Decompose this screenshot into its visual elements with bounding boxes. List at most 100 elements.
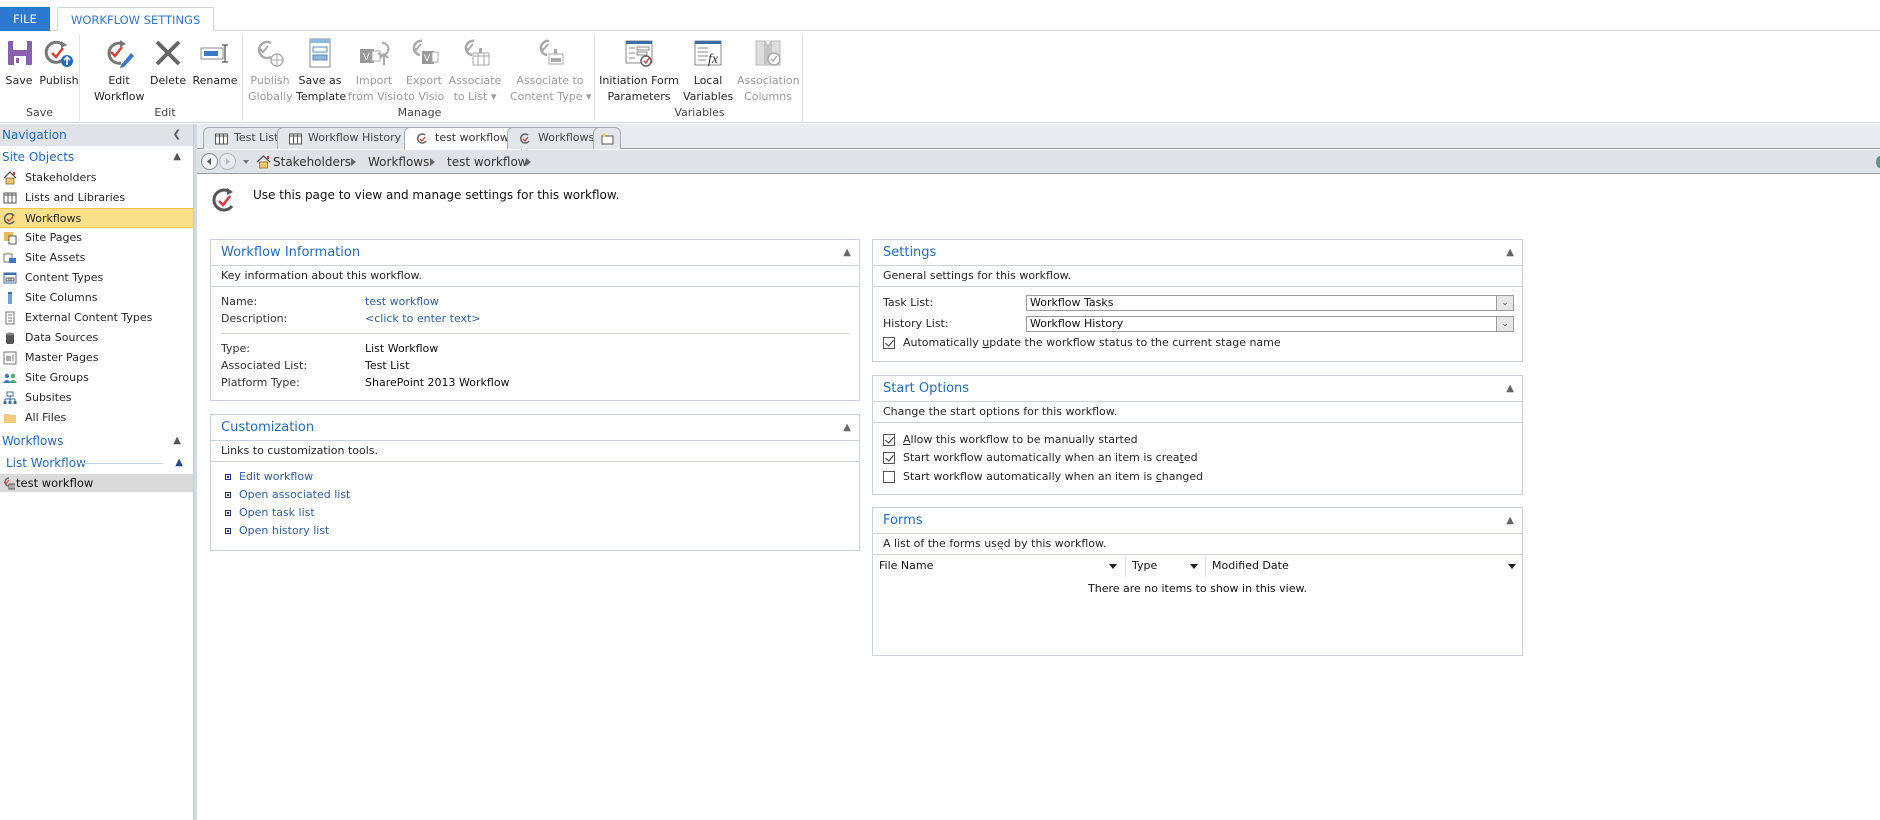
nav-item-site-groups[interactable]: Site Groups (0, 368, 193, 388)
forward-button[interactable] (219, 153, 236, 170)
save-button[interactable]: Save (4, 37, 34, 89)
link-label[interactable]: Open associated list (239, 488, 350, 501)
open-history-list-link[interactable]: Open history list (211, 522, 859, 540)
open-associated-list-link[interactable]: Open associated list (211, 486, 859, 504)
breadcrumb-workflows[interactable]: Workflows (368, 150, 429, 174)
name-value[interactable]: test workflow (365, 293, 439, 310)
task-list-select[interactable]: Workflow Tasks ⌄ (1026, 295, 1514, 311)
nav-item-master-pages[interactable]: Master Pages (0, 348, 193, 368)
import-from-visio-button[interactable]: V Import from Visio (348, 37, 403, 105)
description-row: Description: <click to enter text> (211, 310, 859, 327)
tab-file[interactable]: FILE (0, 7, 50, 31)
nav-item-data-sources[interactable]: Data Sources (0, 328, 193, 348)
collapse-icon[interactable]: ▲ (1506, 240, 1514, 265)
navigation-pane: Navigation ❮ Site Objects ▲ Stakeholders… (0, 124, 194, 820)
database-icon (3, 331, 17, 345)
save-icon (4, 37, 36, 69)
doc-tab-label: Test List (234, 131, 279, 144)
collapse-icon[interactable]: ▲ (843, 240, 851, 265)
dropdown-arrow-icon[interactable] (1508, 564, 1516, 569)
nav-item-label: test workflow (16, 476, 94, 490)
local-variables-button[interactable]: fx Local Variables (683, 37, 733, 105)
list-icon (3, 191, 17, 205)
history-list-select[interactable]: Workflow History ⌄ (1026, 316, 1514, 332)
nav-item-content-types[interactable]: Content Types (0, 268, 193, 288)
nav-item-site-columns[interactable]: Site Columns (0, 288, 193, 308)
chevron-down-icon[interactable]: ⌄ (1496, 317, 1513, 331)
breadcrumb-separator-icon[interactable] (430, 158, 435, 166)
associate-to-content-type-button[interactable]: Associate to Content Type ▾ (510, 37, 592, 105)
edit-workflow-button[interactable]: Edit Workflow (94, 37, 145, 105)
list-workflow-group[interactable]: List Workflow ▲ (0, 452, 193, 474)
breadcrumb-test-workflow[interactable]: test workflow (447, 150, 528, 174)
dropdown-arrow-icon[interactable] (1109, 564, 1117, 569)
nav-item-stakeholders[interactable]: Stakeholders (0, 168, 193, 188)
nav-item-site-assets[interactable]: Site Assets (0, 248, 193, 268)
collapse-icon[interactable]: ▲ (1506, 376, 1514, 401)
allow-manual-start-checkbox[interactable]: Allow this workflow to be manually start… (883, 431, 1138, 449)
link-label[interactable]: Edit workflow (239, 470, 313, 483)
association-columns-label: Association Columns (737, 74, 800, 103)
column-file-name[interactable]: File Name (873, 555, 1123, 577)
link-label[interactable]: Open history list (239, 524, 329, 537)
divider (221, 333, 849, 334)
checkbox-checked[interactable] (883, 452, 895, 464)
pane-splitter[interactable] (194, 124, 197, 820)
workflows-header[interactable]: Workflows ▲ (0, 430, 193, 452)
checkbox-unchecked[interactable] (883, 471, 895, 483)
checkbox-checked[interactable] (883, 434, 895, 446)
chevron-up-icon[interactable]: ▲ (173, 146, 181, 168)
ribbon-group-label: Manage (397, 106, 442, 119)
publish-globally-button[interactable]: Publish Globally (248, 37, 293, 105)
collapse-icon[interactable]: ▲ (843, 415, 851, 440)
start-on-create-checkbox[interactable]: Start workflow automatically when an ite… (883, 449, 1198, 467)
new-tab-button[interactable] (593, 127, 621, 149)
doc-tab-workflow-history[interactable]: Workflow History (277, 127, 415, 149)
auto-update-status-checkbox[interactable]: Automatically update the workflow status… (883, 334, 1281, 352)
nav-item-site-pages[interactable]: Site Pages (0, 228, 193, 248)
breadcrumb-separator-icon[interactable] (526, 158, 531, 166)
associate-to-list-button[interactable]: Associate to List ▾ (448, 37, 502, 105)
association-columns-button[interactable]: Association Columns (737, 37, 800, 105)
edit-workflow-icon (103, 37, 135, 69)
export-to-visio-button[interactable]: V Export to Visio (403, 37, 445, 105)
link-label[interactable]: Open task list (239, 506, 315, 519)
rename-button[interactable]: Rename (192, 37, 238, 89)
column-label: Modified Date (1212, 559, 1289, 572)
master-pages-icon (3, 351, 17, 365)
platform-type-value: SharePoint 2013 Workflow (365, 376, 510, 389)
history-dropdown-icon[interactable] (243, 160, 249, 164)
delete-button[interactable]: Delete (150, 37, 186, 89)
save-as-template-button[interactable]: Save as Template (296, 37, 346, 105)
publish-button[interactable]: Publish (38, 37, 80, 89)
tab-workflow-settings[interactable]: WORKFLOW SETTINGS (57, 7, 215, 32)
chevron-down-icon[interactable]: ⌄ (1496, 296, 1513, 310)
collapse-pane-icon[interactable]: ❮ (173, 124, 181, 146)
column-modified-date[interactable]: Modified Date (1206, 555, 1522, 577)
site-objects-header[interactable]: Site Objects ▲ (0, 146, 193, 168)
back-button[interactable] (201, 153, 218, 170)
start-on-change-checkbox[interactable]: Start workflow automatically when an ite… (883, 468, 1203, 486)
settings-panel: Settings ▲ General settings for this wor… (872, 239, 1523, 362)
nav-item-all-files[interactable]: All Files (0, 408, 193, 428)
checkbox-checked[interactable] (883, 337, 895, 349)
nav-item-lists-and-libraries[interactable]: Lists and Libraries (0, 188, 193, 208)
column-type[interactable]: Type (1126, 555, 1204, 577)
nav-item-workflows[interactable]: Workflows (0, 208, 193, 228)
panel-description: A list of the forms used by this workflo… (873, 534, 1522, 555)
description-value[interactable]: <click to enter text> (365, 310, 481, 327)
breadcrumb-separator-icon[interactable] (351, 158, 356, 166)
edit-workflow-label: Edit Workflow (94, 74, 145, 103)
doc-tab-test-workflow[interactable]: test workflow (404, 127, 522, 150)
breadcrumb-stakeholders[interactable]: Stakeholders (273, 150, 351, 174)
dropdown-arrow-icon[interactable] (1190, 564, 1198, 569)
nav-item-subsites[interactable]: Subsites (0, 388, 193, 408)
open-task-list-link[interactable]: Open task list (211, 504, 859, 522)
initiation-form-parameters-button[interactable]: Initiation Form Parameters (599, 37, 679, 105)
collapse-icon[interactable]: ▲ (1506, 508, 1514, 533)
chevron-up-icon[interactable]: ▲ (173, 430, 181, 452)
nav-item-external-content-types[interactable]: External Content Types (0, 308, 193, 328)
edit-workflow-link[interactable]: Edit workflow (211, 468, 859, 486)
chevron-up-icon[interactable]: ▲ (175, 452, 183, 474)
nav-item-test-workflow[interactable]: test workflow (0, 474, 193, 492)
